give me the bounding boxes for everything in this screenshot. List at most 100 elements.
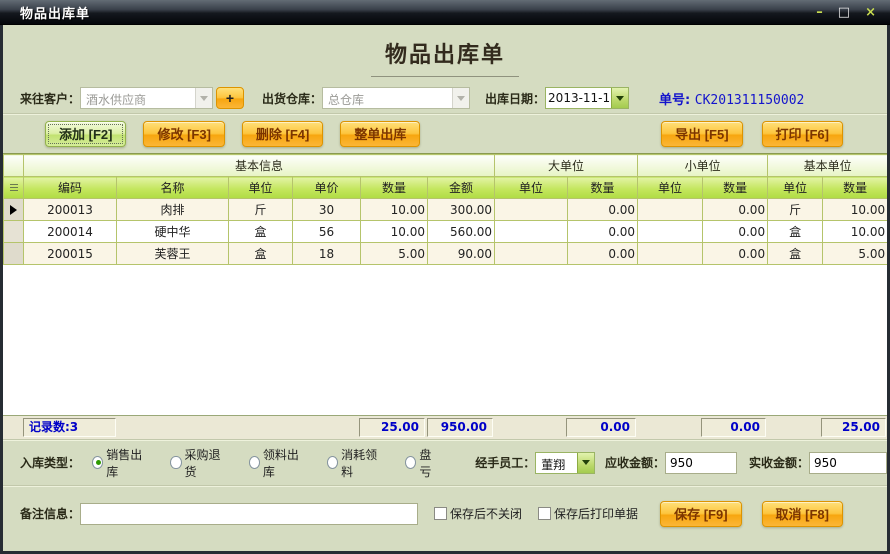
close-icon[interactable]: × bbox=[865, 6, 876, 19]
col-qty[interactable]: 数量 bbox=[361, 177, 428, 199]
date-picker[interactable]: 2013-11-15 bbox=[545, 87, 629, 109]
col-base-unit[interactable]: 单位 bbox=[768, 177, 823, 199]
col-unit[interactable]: 单位 bbox=[229, 177, 293, 199]
warehouse-value: 总仓库 bbox=[323, 88, 452, 108]
selector-group-cell bbox=[4, 155, 24, 177]
toolbar: 添加 [F2] 修改 [F3] 删除 [F4] 整单出库 导出 [F5] 打印 … bbox=[3, 113, 887, 153]
employee-value: 董翔 bbox=[536, 453, 577, 473]
whole-order-out-button[interactable]: 整单出库 bbox=[340, 121, 420, 147]
add-customer-button[interactable]: + bbox=[216, 87, 244, 109]
cell-code: 200014 bbox=[24, 221, 117, 243]
print-button[interactable]: 打印 [F6] bbox=[762, 121, 843, 147]
maximize-icon[interactable]: □ bbox=[838, 6, 850, 19]
cell-small-unit bbox=[638, 221, 703, 243]
export-button[interactable]: 导出 [F5] bbox=[661, 121, 742, 147]
employee-select[interactable]: 董翔 bbox=[535, 452, 595, 474]
received-label: 实收金额： bbox=[749, 454, 809, 471]
remarks-label: 备注信息： bbox=[20, 505, 80, 522]
col-big-unit[interactable]: 单位 bbox=[495, 177, 568, 199]
order-number: 单号: CK201311150002 bbox=[659, 89, 804, 108]
cell-qty: 5.00 bbox=[361, 243, 428, 265]
cell-big-unit bbox=[495, 243, 568, 265]
warehouse-select[interactable]: 总仓库 bbox=[322, 87, 470, 109]
customer-value: 酒水供应商 bbox=[81, 88, 195, 108]
cell-code: 200013 bbox=[24, 199, 117, 221]
chevron-down-icon[interactable] bbox=[195, 88, 212, 108]
checkbox-icon[interactable] bbox=[538, 507, 551, 520]
chevron-down-icon[interactable] bbox=[452, 88, 469, 108]
checkbox-icon[interactable] bbox=[434, 507, 447, 520]
remarks-input[interactable] bbox=[80, 503, 418, 525]
header-form-row: 来往客户： 酒水供应商 + 出货仓库： 总仓库 出库日期： 2013-11-15… bbox=[3, 83, 887, 113]
window-title: 物品出库单 bbox=[0, 3, 90, 22]
checkbox-label: 保存后打印单据 bbox=[554, 505, 638, 522]
column-header-row: 编码 名称 单位 单价 数量 金额 单位 数量 单位 数量 单位 数量 bbox=[4, 177, 888, 199]
cell-small-qty: 0.00 bbox=[703, 243, 768, 265]
received-input[interactable] bbox=[809, 452, 887, 474]
cell-big-unit bbox=[495, 221, 568, 243]
col-price[interactable]: 单价 bbox=[293, 177, 361, 199]
radio-icon[interactable] bbox=[170, 456, 181, 469]
radio-purchase-return[interactable]: 采购退货 bbox=[170, 446, 224, 480]
radio-consume-material[interactable]: 消耗领料 bbox=[327, 446, 381, 480]
radio-icon[interactable] bbox=[92, 456, 103, 469]
current-row-arrow-icon bbox=[10, 205, 17, 215]
group-basic-info: 基本信息 bbox=[24, 155, 495, 177]
add-button[interactable]: 添加 [F2] bbox=[45, 121, 126, 147]
customer-select[interactable]: 酒水供应商 bbox=[80, 87, 213, 109]
group-small-unit: 小单位 bbox=[638, 155, 768, 177]
table-row[interactable]: 200013 肉排 斤 30 10.00 300.00 0.00 0.00 斤 … bbox=[4, 199, 888, 221]
col-code[interactable]: 编码 bbox=[24, 177, 117, 199]
col-small-unit[interactable]: 单位 bbox=[638, 177, 703, 199]
cell-big-qty: 0.00 bbox=[568, 221, 638, 243]
receivable-input[interactable] bbox=[665, 452, 737, 474]
chevron-down-icon[interactable] bbox=[611, 88, 628, 108]
table-row[interactable]: 200014 硬中华 盒 56 10.00 560.00 0.00 0.00 盒… bbox=[4, 221, 888, 243]
cell-price: 18 bbox=[293, 243, 361, 265]
checkbox-label: 保存后不关闭 bbox=[450, 505, 522, 522]
radio-material-out[interactable]: 领料出库 bbox=[249, 446, 303, 480]
cell-small-qty: 0.00 bbox=[703, 221, 768, 243]
modify-button[interactable]: 修改 [F3] bbox=[143, 121, 224, 147]
delete-button[interactable]: 删除 [F4] bbox=[242, 121, 323, 147]
radio-icon[interactable] bbox=[405, 456, 416, 469]
toolbar-left-group: 添加 [F2] 修改 [F3] 删除 [F4] 整单出库 bbox=[45, 121, 420, 147]
minimize-icon[interactable]: – bbox=[816, 6, 823, 19]
footer-buttons: 保存 [F9] 取消 [F8] bbox=[660, 501, 843, 527]
cancel-button[interactable]: 取消 [F8] bbox=[762, 501, 843, 527]
warehouse-label: 出货仓库： bbox=[262, 90, 322, 107]
col-base-qty[interactable]: 数量 bbox=[823, 177, 887, 199]
radio-icon[interactable] bbox=[249, 456, 260, 469]
order-number-label: 单号: bbox=[659, 93, 690, 108]
cell-base-qty: 5.00 bbox=[823, 243, 887, 265]
window-content: 物品出库单 来往客户： 酒水供应商 + 出货仓库： 总仓库 出库日期： 2013… bbox=[3, 25, 887, 551]
cell-name: 硬中华 bbox=[117, 221, 229, 243]
page-title: 物品出库单 bbox=[371, 37, 519, 77]
col-small-qty[interactable]: 数量 bbox=[703, 177, 768, 199]
col-big-qty[interactable]: 数量 bbox=[568, 177, 638, 199]
group-big-unit: 大单位 bbox=[495, 155, 638, 177]
cell-base-unit: 斤 bbox=[768, 199, 823, 221]
table-row[interactable]: 200015 芙蓉王 盒 18 5.00 90.00 0.00 0.00 盒 5… bbox=[4, 243, 888, 265]
chevron-down-icon[interactable] bbox=[577, 453, 594, 473]
col-name[interactable]: 名称 bbox=[117, 177, 229, 199]
title-bar: 物品出库单 – □ × bbox=[0, 0, 890, 25]
cell-big-qty: 0.00 bbox=[568, 199, 638, 221]
radio-label: 消耗领料 bbox=[341, 446, 381, 480]
cell-amount: 300.00 bbox=[428, 199, 495, 221]
cell-qty: 10.00 bbox=[361, 221, 428, 243]
checkbox-print-after-save[interactable]: 保存后打印单据 bbox=[538, 505, 638, 522]
cell-small-qty: 0.00 bbox=[703, 199, 768, 221]
col-amount[interactable]: 金额 bbox=[428, 177, 495, 199]
window-controls: – □ × bbox=[816, 6, 890, 19]
save-button[interactable]: 保存 [F9] bbox=[660, 501, 741, 527]
grid-grip-icon bbox=[10, 184, 18, 191]
date-value: 2013-11-15 bbox=[546, 88, 611, 108]
cell-small-unit bbox=[638, 199, 703, 221]
receivable-label: 应收金额： bbox=[605, 454, 665, 471]
radio-inventory-loss[interactable]: 盘亏 bbox=[405, 446, 439, 480]
radio-icon[interactable] bbox=[327, 456, 338, 469]
cell-base-qty: 10.00 bbox=[823, 221, 887, 243]
radio-sales-out[interactable]: 销售出库 bbox=[92, 446, 146, 480]
checkbox-no-close-after-save[interactable]: 保存后不关闭 bbox=[434, 505, 522, 522]
